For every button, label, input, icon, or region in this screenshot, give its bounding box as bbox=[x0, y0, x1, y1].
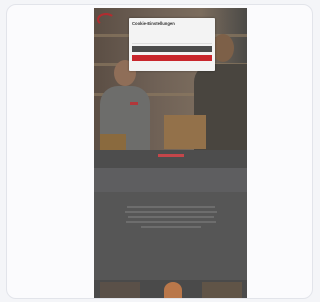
text-line bbox=[125, 221, 216, 223]
counter bbox=[94, 150, 247, 168]
bottom-image-right bbox=[202, 282, 242, 298]
text-line bbox=[140, 226, 201, 228]
name-badge bbox=[130, 102, 138, 105]
content-section bbox=[94, 192, 247, 280]
mobile-page-screenshot: Cookie-Einstellungen bbox=[94, 8, 247, 298]
staff-right-head bbox=[212, 34, 234, 62]
accept-cookies-button[interactable] bbox=[132, 55, 212, 61]
text-line bbox=[124, 211, 217, 213]
parcel-right bbox=[164, 115, 206, 149]
counter-sign bbox=[158, 154, 184, 157]
parcel-left bbox=[100, 134, 126, 150]
bottom-image-center bbox=[164, 282, 182, 298]
bottom-image-left bbox=[100, 282, 140, 298]
text-line bbox=[127, 216, 214, 218]
logo-arc-icon bbox=[97, 13, 115, 26]
cookie-dialog: Cookie-Einstellungen bbox=[129, 18, 215, 71]
cookie-dialog-title: Cookie-Einstellungen bbox=[132, 21, 175, 26]
cookie-settings-button[interactable] bbox=[132, 46, 212, 52]
preview-card: Cookie-Einstellungen bbox=[6, 4, 313, 299]
cookie-dialog-text bbox=[132, 27, 212, 41]
text-line bbox=[126, 206, 215, 208]
section-divider bbox=[94, 168, 247, 192]
divider bbox=[132, 43, 212, 44]
